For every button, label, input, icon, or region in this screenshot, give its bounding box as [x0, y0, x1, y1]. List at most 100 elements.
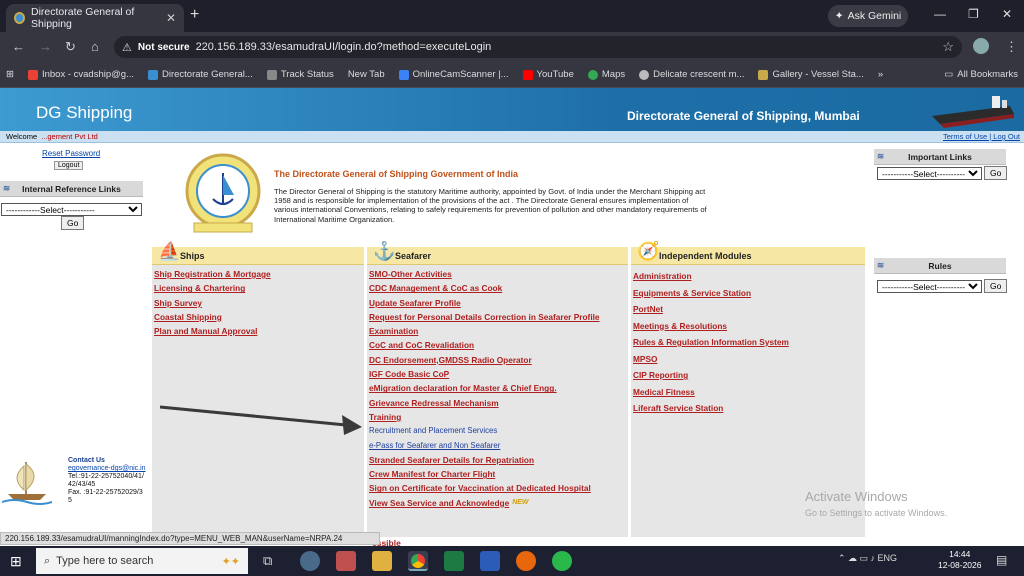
task-view-icon[interactable]: ⧉: [263, 553, 272, 569]
forward-icon[interactable]: →: [39, 39, 52, 54]
menu-kebab-icon[interactable]: ⋮: [1005, 39, 1018, 55]
taskbar-clock[interactable]: 14:44 12-08-2026: [938, 549, 981, 571]
gallery-icon: [758, 69, 769, 80]
bookmark-item[interactable]: Track Status: [266, 69, 334, 80]
internal-links-go-button[interactable]: Go: [61, 216, 85, 230]
seafarer-link[interactable]: Stranded Seafarer Details for Repatriati…: [369, 453, 626, 467]
bookmark-item[interactable]: Maps: [587, 69, 625, 80]
browser-tab[interactable]: Directorate General of Shipping ✕: [6, 4, 184, 32]
seafarer-link[interactable]: Examination: [369, 324, 626, 338]
bookmark-item[interactable]: New Tab: [348, 69, 385, 80]
chrome-icon[interactable]: [408, 551, 428, 571]
back-icon[interactable]: ←: [12, 39, 25, 54]
ask-gemini-button[interactable]: ✦ Ask Gemini: [828, 5, 908, 27]
ship-icon: [932, 96, 1014, 128]
site-banner: [0, 88, 1024, 131]
file-explorer-icon[interactable]: [372, 551, 392, 571]
coastal-shipping-link[interactable]: Coastal Shipping: [154, 310, 362, 324]
independent-link[interactable]: Equipments & Service Station: [633, 285, 863, 302]
internal-reference-links-header: ≋ Internal Reference Links: [0, 181, 143, 197]
internal-links-select[interactable]: ------------Select-----------: [1, 203, 142, 216]
window-close-icon[interactable]: ✕: [1002, 7, 1012, 21]
bookmark-item[interactable]: Delicate crescent m...: [639, 69, 744, 80]
plan-approval-link[interactable]: Plan and Manual Approval: [154, 324, 362, 338]
annotation-arrow-icon: [159, 405, 362, 435]
contact-title: Contact Us: [68, 457, 105, 464]
taskbar-app-icon[interactable]: [336, 551, 356, 571]
google-icon: [27, 69, 38, 80]
seafarer-link[interactable]: IGF Code Basic CoP: [369, 367, 626, 381]
wave-icon: ≋: [877, 260, 885, 270]
seafarer-link[interactable]: eMigration declaration for Master & Chie…: [369, 381, 626, 395]
ships-column: ⛵ Ships Ship Registration & Mortgage Lice…: [152, 241, 364, 537]
more-bookmarks-icon[interactable]: »: [878, 69, 883, 80]
independent-link[interactable]: PortNet: [633, 301, 863, 318]
ship-survey-link[interactable]: Ship Survey: [154, 296, 362, 310]
taskbar-app-icon[interactable]: [300, 551, 320, 571]
all-bookmarks[interactable]: ▭ All Bookmarks: [944, 69, 1018, 80]
bookmark-star-icon[interactable]: ☆: [942, 39, 954, 55]
notification-icon[interactable]: ▤: [996, 553, 1007, 567]
system-tray[interactable]: ⌃ ☁ ▭ ♪ ENG: [838, 553, 897, 564]
epass-link[interactable]: e-Pass for Seafarer and Non Seafarer: [369, 439, 626, 453]
bookmark-item[interactable]: OnlineCamScanner |...: [398, 69, 509, 80]
rules-header: ≋ Rules: [874, 258, 1006, 274]
gemini-label: Ask Gemini: [847, 10, 902, 22]
licensing-link[interactable]: Licensing & Chartering: [154, 281, 362, 295]
wechat-icon[interactable]: [552, 551, 572, 571]
word-icon[interactable]: [480, 551, 500, 571]
seafarer-link[interactable]: Sign on Certificate for Vaccination at D…: [369, 481, 626, 495]
home-icon[interactable]: ⌂: [91, 39, 99, 54]
independent-link[interactable]: Administration: [633, 268, 863, 285]
independent-link[interactable]: MPSO: [633, 351, 863, 368]
seafarer-link[interactable]: CDC Management & CoC as Cook: [369, 281, 626, 295]
recruitment-placement-link[interactable]: Recruitment and Placement Services: [369, 424, 626, 438]
independent-link[interactable]: Liferaft Service Station: [633, 400, 863, 417]
windows-start-icon[interactable]: ⊞: [10, 553, 22, 570]
reload-icon[interactable]: ↻: [65, 39, 76, 55]
taskbar-search-box[interactable]: ⌕ Type here to search ✦✦: [36, 548, 248, 574]
terms-logout-links[interactable]: Terms of Use | Log Out: [943, 132, 1020, 141]
dg-icon: [148, 69, 158, 80]
omnibox[interactable]: ⚠ Not secure 220.156.189.33/esamudraUI/l…: [114, 36, 962, 58]
bookmark-item[interactable]: Inbox - cvadship@g...: [27, 69, 134, 80]
reset-password-link[interactable]: Reset Password: [42, 149, 100, 158]
url-text[interactable]: 220.156.189.33/esamudraUI/login.do?metho…: [196, 41, 492, 53]
seafarer-link[interactable]: CoC and CoC Revalidation: [369, 338, 626, 352]
important-links-select[interactable]: -----------Select-----------: [877, 167, 982, 180]
restore-icon[interactable]: ❐: [968, 7, 979, 21]
independent-links: Administration Equipments & Service Stat…: [631, 265, 865, 420]
logout-button[interactable]: Logout: [54, 161, 84, 170]
apps-grid-icon[interactable]: ⊞: [6, 69, 14, 80]
seafarer-link[interactable]: Request for Personal Details Correction …: [369, 310, 626, 324]
activate-windows-sub: Go to Settings to activate Windows.: [805, 508, 948, 518]
seafarer-link[interactable]: SMO-Other Activities: [369, 267, 626, 281]
independent-link[interactable]: Rules & Regulation Information System: [633, 334, 863, 351]
profile-avatar[interactable]: [973, 38, 989, 54]
activate-windows-title: Activate Windows: [805, 489, 908, 504]
language-indicator: ENG: [877, 553, 898, 563]
seafarer-link[interactable]: Training: [369, 410, 626, 424]
view-sea-service-link[interactable]: View Sea Service and Acknowledge: [369, 496, 509, 510]
minimize-icon[interactable]: —: [934, 7, 946, 21]
independent-link[interactable]: Meetings & Resolutions: [633, 318, 863, 335]
seafarer-link[interactable]: Update Seafarer Profile: [369, 296, 626, 310]
important-links-go-button[interactable]: Go: [984, 166, 1008, 180]
independent-link[interactable]: CIP Reporting: [633, 367, 863, 384]
tab-title: Directorate General of Shipping: [31, 6, 135, 30]
firefox-icon[interactable]: [516, 551, 536, 571]
ship-registration-link[interactable]: Ship Registration & Mortgage: [154, 267, 362, 281]
seafarer-link[interactable]: DC Endorsement,GMDSS Radio Operator: [369, 353, 626, 367]
new-tab-button[interactable]: +: [190, 6, 199, 24]
independent-link[interactable]: Medical Fitness: [633, 384, 863, 401]
excel-icon[interactable]: [444, 551, 464, 571]
bookmark-item[interactable]: Gallery - Vessel Sta...: [758, 69, 864, 80]
contact-email-link[interactable]: egovernance-dgs@nic.in: [68, 465, 146, 472]
seafarer-link[interactable]: Crew Manifest for Charter Flight: [369, 467, 626, 481]
tab-close-icon[interactable]: ✕: [166, 11, 176, 25]
bookmark-item[interactable]: YouTube: [522, 69, 574, 80]
rules-go-button[interactable]: Go: [984, 279, 1008, 293]
rules-select[interactable]: -----------Select-----------: [877, 280, 982, 293]
seafarer-link[interactable]: Grievance Redressal Mechanism: [369, 396, 626, 410]
bookmark-item[interactable]: Directorate General...: [148, 69, 253, 80]
